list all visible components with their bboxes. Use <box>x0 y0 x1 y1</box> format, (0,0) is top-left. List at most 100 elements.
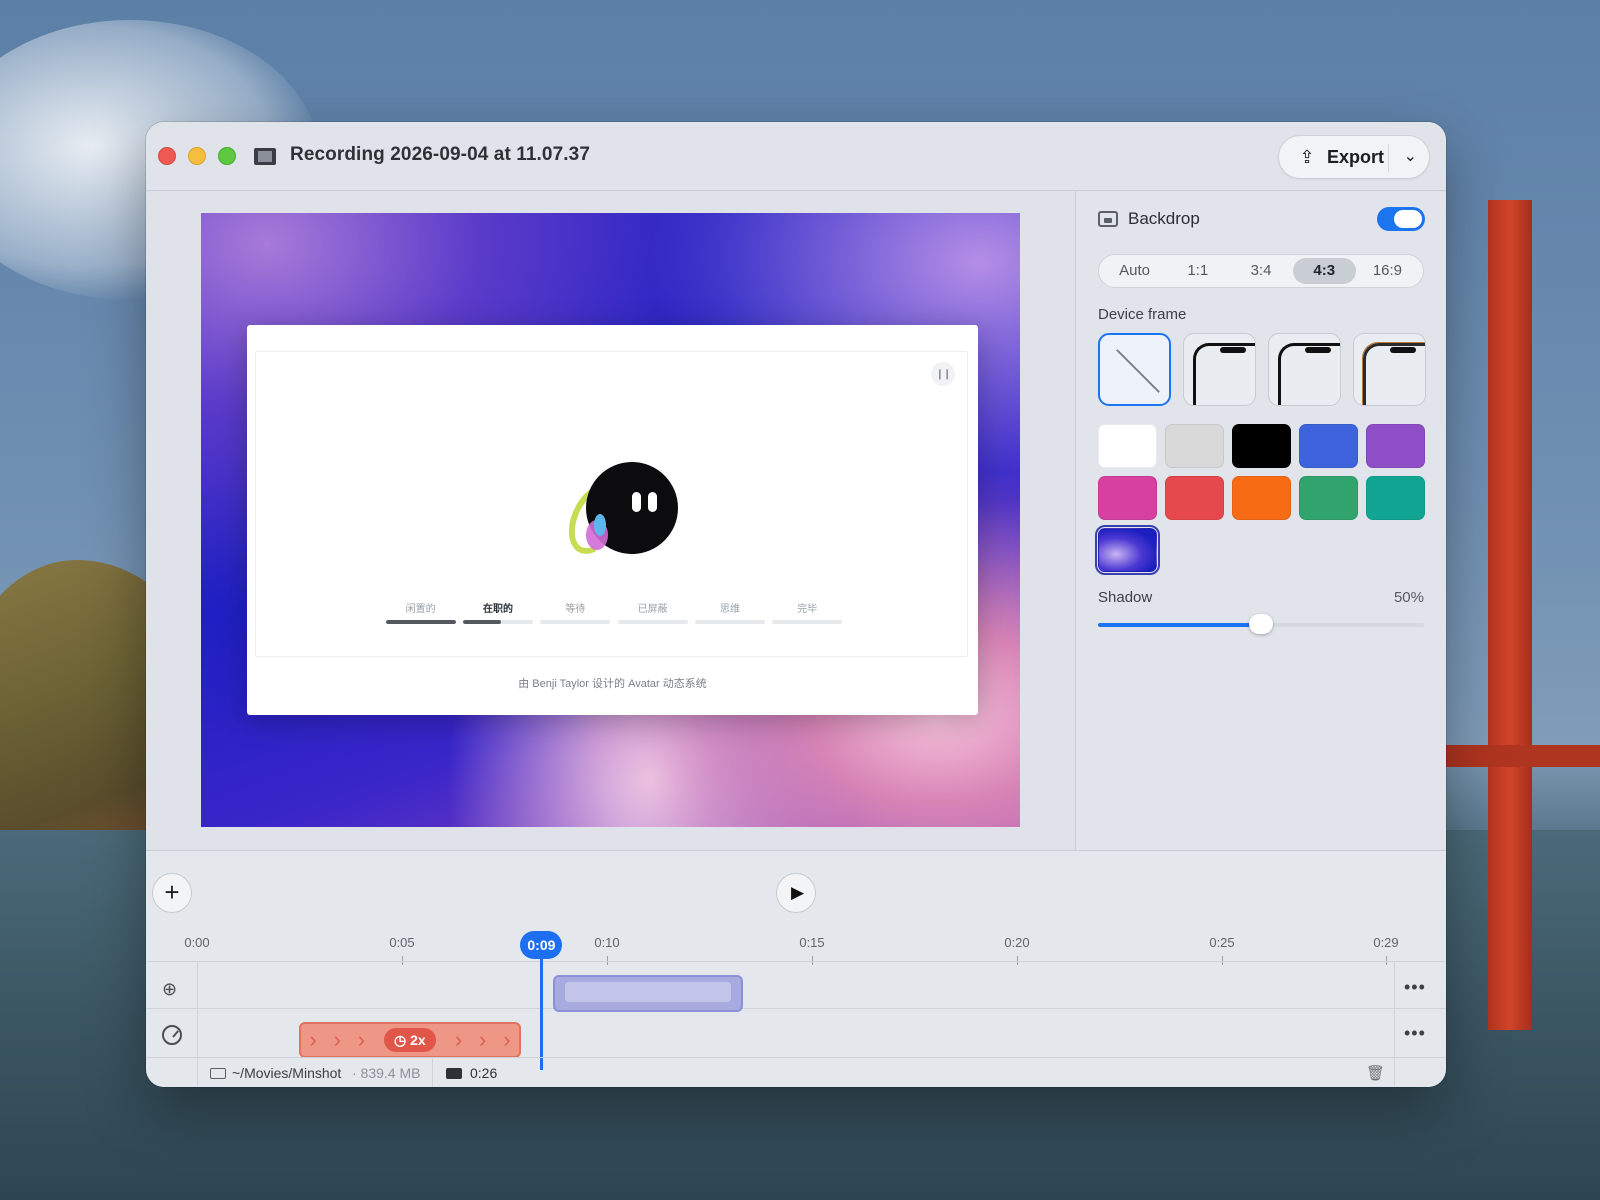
status-divider <box>432 1058 433 1087</box>
zoom-segment[interactable] <box>553 975 743 1012</box>
aspect-option[interactable]: 3:4 <box>1229 258 1292 284</box>
aspect-option[interactable]: 4:3 <box>1292 258 1356 284</box>
shadow-value: 50% <box>1393 589 1424 606</box>
pause-icon[interactable]: ❙❙ <box>931 362 955 386</box>
preview-stage: ❙❙ 闲置的 在职的 等待 已屏蔽 思维 完毕 由 Benji Taylor 设计的 Av… <box>146 191 1075 850</box>
share-icon: ⇪ <box>1299 146 1315 167</box>
file-size: · 839.4 MB <box>352 1065 421 1081</box>
color-swatch[interactable] <box>1098 476 1157 520</box>
shadow-row: Shadow 50% <box>1098 589 1424 607</box>
backdrop-label: Backdrop <box>1128 209 1200 228</box>
color-swatch[interactable] <box>1299 424 1358 468</box>
folder-icon <box>210 1068 226 1079</box>
window-title: Recording 2026-09-04 at 11.07.37 <box>290 144 590 165</box>
desktop-bridge-tower <box>1488 200 1532 1030</box>
aspect-option[interactable]: 16:9 <box>1356 258 1419 284</box>
zoom-in-icon[interactable]: ⊕ <box>162 979 177 1000</box>
color-swatch[interactable] <box>1232 424 1291 468</box>
speed-value: 2x <box>410 1032 426 1048</box>
export-button[interactable]: ⇪ Export ⌄ <box>1278 135 1430 179</box>
time-ruler: 0:00 0:05 0:10 0:15 0:20 0:25 0:29 <box>146 929 1446 965</box>
speed-icon[interactable] <box>162 1025 182 1045</box>
preview-tab-progress <box>617 620 688 624</box>
more-icon[interactable]: ••• <box>1404 1023 1426 1044</box>
shadow-label: Shadow <box>1098 589 1153 606</box>
preview-tab[interactable]: 闲置的 <box>382 600 459 624</box>
preview-tab[interactable]: 等待 <box>537 600 614 624</box>
device-frames <box>1098 333 1426 406</box>
track-divider <box>146 961 1446 962</box>
preview-backdrop: ❙❙ 闲置的 在职的 等待 已屏蔽 思维 完毕 由 Benji Taylor 设计的 Av… <box>201 213 1020 827</box>
shadow-slider[interactable] <box>1098 614 1424 634</box>
video-icon <box>446 1068 462 1079</box>
time-tick-label: 0:29 <box>1373 935 1399 950</box>
close-button[interactable] <box>158 147 176 165</box>
aspect-ratio-control: Auto 1:1 3:4 4:3 16:9 <box>1098 254 1424 288</box>
color-swatch[interactable] <box>1366 476 1425 520</box>
color-swatch[interactable] <box>1098 424 1157 468</box>
gradient-swatch[interactable] <box>1095 525 1160 575</box>
preview-tab-label: 等待 <box>565 604 586 615</box>
preview-tab-progress-fill <box>462 620 502 624</box>
time-tick-label: 0:10 <box>594 935 620 950</box>
chevron-right-icon: › <box>309 1027 317 1052</box>
avatar-eye <box>632 492 641 512</box>
credit-text: 由 Benji Taylor 设计的 Avatar 动态系统 <box>518 678 707 690</box>
time-tick-label: 0:00 <box>184 935 210 950</box>
frame-none-option[interactable] <box>1098 333 1171 406</box>
preview-tab[interactable]: 完毕 <box>769 600 846 624</box>
frame-option-3[interactable] <box>1353 333 1426 406</box>
device-frame-label: Device frame <box>1098 306 1187 323</box>
color-swatch[interactable] <box>1165 476 1224 520</box>
preview-tab-progress <box>694 620 765 624</box>
app-window: Recording 2026-09-04 at 11.07.37 ⇪ Expor… <box>146 122 1446 1087</box>
more-icon[interactable]: ••• <box>1404 977 1426 998</box>
aspect-option[interactable]: Auto <box>1103 258 1166 284</box>
shadow-slider-fill <box>1098 623 1261 627</box>
time-tick-label: 0:15 <box>799 935 825 950</box>
color-swatch[interactable] <box>1165 424 1224 468</box>
preview-tab[interactable]: 已屏蔽 <box>614 600 691 624</box>
chevron-right-icon: › <box>357 1027 366 1052</box>
aspect-option[interactable]: 1:1 <box>1166 258 1229 284</box>
none-icon <box>1116 349 1160 393</box>
chevron-right-icon: › <box>503 1027 511 1052</box>
preview-tab-label: 思维 <box>719 604 740 615</box>
preview-tab-label: 在职的 <box>482 604 513 615</box>
time-tick-label: 0:05 <box>389 935 415 950</box>
toggle-knob <box>1394 210 1422 228</box>
film-icon <box>254 148 276 165</box>
zoom-button[interactable] <box>218 147 236 165</box>
trash-icon[interactable]: 🗑 <box>1366 1064 1385 1082</box>
preview-tab[interactable]: 思维 <box>691 600 768 624</box>
time-tick-label: 0:25 <box>1209 935 1235 950</box>
zoom-segment-body <box>565 982 731 1002</box>
frame-option-2[interactable] <box>1268 333 1341 406</box>
add-button[interactable]: + <box>152 873 192 913</box>
titlebar: Recording 2026-09-04 at 11.07.37 ⇪ Expor… <box>146 122 1446 191</box>
color-swatch[interactable] <box>1299 476 1358 520</box>
play-button[interactable]: ▶ <box>776 873 816 913</box>
color-swatch[interactable] <box>1232 476 1291 520</box>
avatar-illustration <box>558 462 680 563</box>
image-icon <box>1098 211 1118 227</box>
backdrop-toggle[interactable] <box>1377 207 1425 231</box>
color-swatch[interactable] <box>1366 424 1425 468</box>
frame-option-1[interactable] <box>1183 333 1256 406</box>
file-path[interactable]: ~/Movies/Minshot <box>232 1065 341 1081</box>
preview-tab-progress-fill <box>385 620 456 624</box>
backdrop-header: Backdrop <box>1098 209 1200 229</box>
duration: 0:26 <box>470 1065 498 1081</box>
preview-tab-progress <box>540 620 611 624</box>
preview-tab-label: 完毕 <box>797 604 818 615</box>
playhead-line[interactable] <box>540 955 544 1070</box>
preview-tab[interactable]: 在职的 <box>459 600 536 624</box>
avatar-eye <box>648 492 657 512</box>
playhead[interactable]: 0:09 <box>520 931 563 959</box>
timeline: + ▶ 0:00 0:05 0:10 0:15 0:20 0:25 0:29 ⊕ ••• •… <box>146 850 1446 1087</box>
speed-badge[interactable]: ◷ 2x <box>384 1028 436 1052</box>
chevron-down-icon[interactable]: ⌄ <box>1404 146 1417 166</box>
status-tabs: 闲置的 在职的 等待 已屏蔽 思维 完毕 <box>382 600 846 624</box>
minimize-button[interactable] <box>188 147 206 165</box>
shadow-slider-thumb[interactable] <box>1249 614 1273 634</box>
